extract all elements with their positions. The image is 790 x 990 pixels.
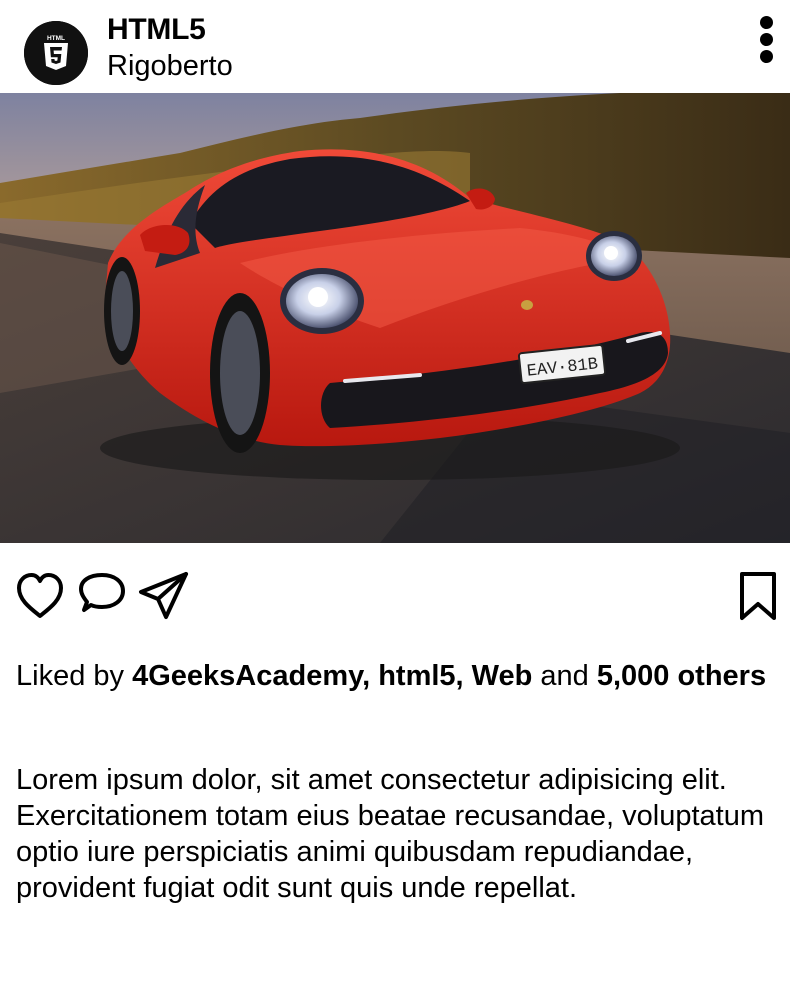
likes-others-count[interactable]: 5,000 others bbox=[597, 660, 766, 692]
share-button[interactable] bbox=[138, 570, 190, 622]
save-button[interactable] bbox=[734, 570, 786, 622]
post-card: HTML HTML5 Rigoberto EAV·81B Liked by 4G… bbox=[0, 0, 790, 990]
svg-text:HTML: HTML bbox=[47, 35, 65, 42]
bookmark-icon bbox=[740, 572, 776, 620]
send-icon bbox=[139, 572, 188, 619]
more-options-button[interactable] bbox=[752, 15, 782, 63]
account-subtitle: Rigoberto bbox=[107, 50, 233, 82]
more-dot bbox=[760, 33, 773, 46]
more-vertical-icon bbox=[760, 16, 773, 29]
likes-summary: Liked by 4GeeksAcademy, html5, Web and 5… bbox=[16, 658, 776, 694]
likes-prefix: Liked by bbox=[16, 660, 133, 692]
post-image[interactable]: EAV·81B bbox=[0, 93, 790, 543]
post-header: HTML HTML5 Rigoberto bbox=[0, 0, 790, 93]
account-name[interactable]: HTML5 bbox=[107, 12, 206, 48]
more-dot bbox=[760, 50, 773, 63]
heart-icon bbox=[17, 573, 63, 618]
comment-icon bbox=[79, 573, 125, 612]
like-button[interactable] bbox=[14, 570, 66, 622]
liked-by-users[interactable]: 4GeeksAcademy, html5, Web bbox=[132, 660, 532, 692]
html5-logo-icon: HTML bbox=[24, 21, 88, 85]
likes-connector: and bbox=[532, 660, 597, 692]
car-photo: EAV·81B bbox=[0, 93, 790, 543]
post-caption: Lorem ipsum dolor, sit amet consectetur … bbox=[16, 764, 764, 904]
avatar[interactable]: HTML bbox=[24, 21, 88, 85]
comment-button[interactable] bbox=[76, 570, 128, 622]
